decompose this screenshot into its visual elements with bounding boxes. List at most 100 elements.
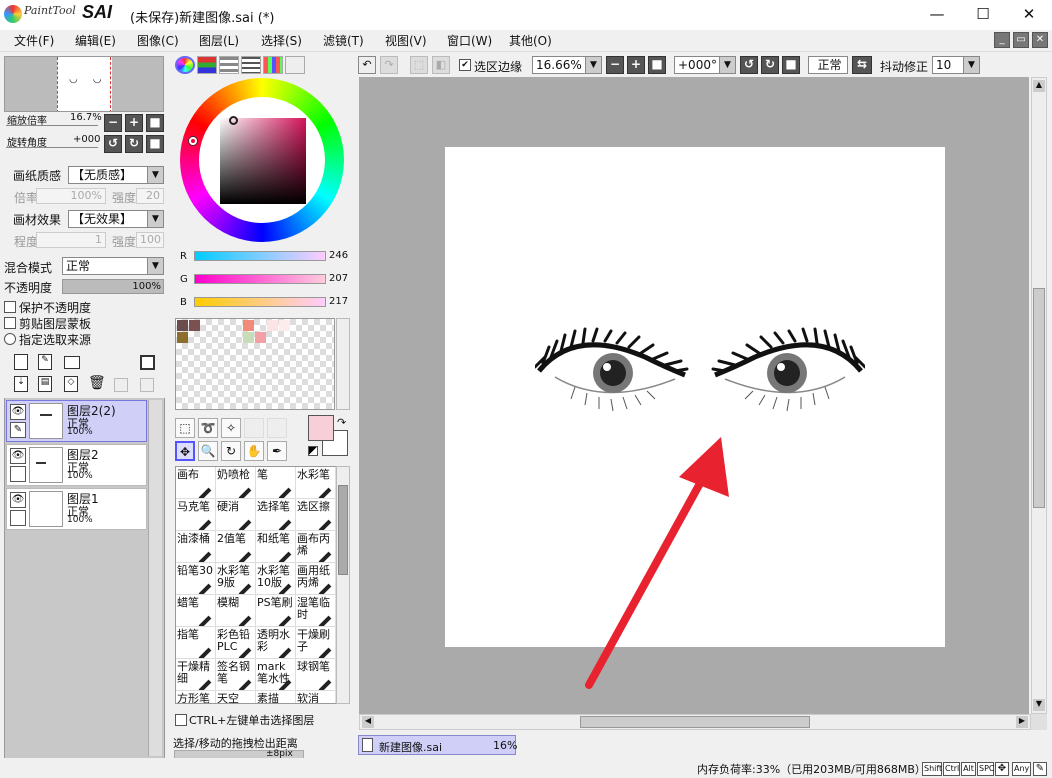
brush-slot[interactable]: 透明水彩: [256, 627, 296, 659]
rect-select-icon[interactable]: ⬚: [175, 418, 195, 438]
g-slider[interactable]: [194, 274, 326, 284]
visibility-eye-icon[interactable]: 👁: [10, 448, 26, 464]
brush-slot[interactable]: 干燥精细: [176, 659, 216, 691]
brush-slot[interactable]: 2值笔: [216, 531, 256, 563]
layer-mask-icon[interactable]: [140, 355, 155, 370]
deselect-icon[interactable]: ⬚: [410, 56, 428, 74]
layer-item[interactable]: 👁 图层2 正常 100%: [6, 444, 147, 486]
brush-slot[interactable]: 湿笔临时: [296, 595, 336, 627]
brush-slot[interactable]: mark笔水性: [256, 659, 296, 691]
sv-picker-marker[interactable]: [229, 116, 238, 125]
brush-slot[interactable]: 铅笔30: [176, 563, 216, 595]
effect-level-field[interactable]: 1: [36, 232, 106, 248]
brush-slot[interactable]: 油漆桶: [176, 531, 216, 563]
brush-slot[interactable]: 和纸笔: [256, 531, 296, 563]
swatch[interactable]: [177, 320, 188, 331]
new-layer-icon[interactable]: [14, 354, 28, 370]
flatten-icon[interactable]: [140, 378, 154, 392]
clear-layer-icon[interactable]: ◇: [64, 376, 78, 392]
delete-layer-icon[interactable]: 🗑: [88, 376, 106, 392]
view-mode-button[interactable]: 正常: [808, 56, 848, 74]
redo-icon[interactable]: ↷: [380, 56, 398, 74]
swatch[interactable]: [279, 320, 290, 331]
canvas-viewport[interactable]: [359, 77, 1029, 714]
visibility-eye-icon[interactable]: 👁: [10, 404, 26, 420]
menu-view[interactable]: 视图(V): [385, 32, 427, 49]
paper-strength-field[interactable]: 20: [136, 188, 164, 204]
menu-layer[interactable]: 图层(L): [199, 32, 239, 49]
layer-item[interactable]: 👁 图层1 正常 100%: [6, 488, 147, 530]
toolbar-zoom-in-button[interactable]: +: [627, 56, 645, 74]
minimize-button[interactable]: —: [914, 0, 960, 30]
zoom-out-button[interactable]: −: [104, 114, 122, 132]
selection-source-radio[interactable]: [4, 333, 16, 345]
eyedropper-icon[interactable]: ✒: [267, 441, 287, 461]
brush-slot[interactable]: PS笔刷: [256, 595, 296, 627]
swatch[interactable]: [267, 320, 278, 331]
menu-window[interactable]: 窗口(W): [447, 32, 492, 49]
edit-slot[interactable]: [10, 466, 26, 482]
brush-slot[interactable]: 指笔: [176, 627, 216, 659]
swatch[interactable]: [177, 332, 188, 343]
toolbar-rotate-left-button[interactable]: ↺: [740, 56, 758, 74]
hand-icon[interactable]: ✋: [244, 441, 264, 461]
mdi-minimize-icon[interactable]: _: [994, 32, 1010, 48]
mdi-close-icon[interactable]: ✕: [1032, 32, 1048, 48]
swatch[interactable]: [243, 320, 254, 331]
brush-slot[interactable]: 马克笔: [176, 499, 216, 531]
brush-slot[interactable]: 水彩笔10版: [256, 563, 296, 595]
undo-icon[interactable]: ↶: [358, 56, 376, 74]
copy-layer-icon[interactable]: ⇣: [14, 376, 28, 392]
mdi-restore-icon[interactable]: ▭: [1013, 32, 1029, 48]
brush-slot[interactable]: 选择笔: [256, 499, 296, 531]
brush-slot[interactable]: 蜡笔: [176, 595, 216, 627]
rotate-left-button[interactable]: ↺: [104, 135, 122, 153]
hue-picker-marker[interactable]: [189, 137, 197, 145]
lasso-icon[interactable]: ➰: [198, 418, 218, 438]
opacity-slider[interactable]: 100%: [62, 279, 164, 294]
rotate-reset-button[interactable]: ■: [146, 135, 164, 153]
edit-pen-icon[interactable]: ✎: [10, 422, 26, 438]
reset-colors-icon[interactable]: [308, 446, 318, 456]
zoom-icon[interactable]: 🔍: [198, 441, 218, 461]
scratchpad-tab-icon[interactable]: [285, 56, 305, 74]
paper-rate-field[interactable]: 100%: [36, 188, 106, 204]
r-slider[interactable]: [194, 251, 326, 261]
toolbar-zoom-out-button[interactable]: −: [606, 56, 624, 74]
brush-effect-select[interactable]: 【无效果】 ▼: [68, 210, 164, 228]
menu-other[interactable]: 其他(O): [509, 32, 552, 49]
canvas-vertical-scrollbar[interactable]: ▲ ▼: [1031, 77, 1047, 714]
menu-image[interactable]: 图像(C): [137, 32, 179, 49]
brush-slot[interactable]: 素描: [256, 691, 296, 703]
swatch-grid[interactable]: [175, 318, 335, 410]
document-tab[interactable]: 新建图像.sai 16%: [358, 735, 517, 755]
brush-slot[interactable]: 画布丙烯: [296, 531, 336, 563]
new-folder-icon[interactable]: [64, 356, 80, 369]
brush-slot[interactable]: 干燥刷子: [296, 627, 336, 659]
swatch-scrollbar[interactable]: [336, 318, 350, 410]
swatch[interactable]: [189, 320, 200, 331]
move-icon[interactable]: ✥: [175, 441, 195, 461]
blend-mode-select[interactable]: 正常 ▼: [62, 257, 164, 275]
brush-slot[interactable]: 选区擦: [296, 499, 336, 531]
zoom-in-button[interactable]: +: [125, 114, 143, 132]
brush-slot[interactable]: 球钢笔: [296, 659, 336, 691]
select-edge-checkbox[interactable]: ✔: [459, 59, 471, 71]
brush-scrollbar[interactable]: [336, 466, 350, 704]
menu-filter[interactable]: 滤镜(T): [323, 32, 364, 49]
zoom-reset-button[interactable]: ■: [146, 114, 164, 132]
brush-slot[interactable]: 画用纸丙烯: [296, 563, 336, 595]
clipping-checkbox[interactable]: [4, 317, 16, 329]
brush-slot[interactable]: 签名钢笔: [216, 659, 256, 691]
menu-file[interactable]: 文件(F): [14, 32, 54, 49]
swatch-tab-icon[interactable]: [263, 56, 283, 74]
brush-slot[interactable]: 笔: [256, 467, 296, 499]
merge-down-icon[interactable]: ▤: [38, 376, 52, 392]
brush-slot[interactable]: 天空: [216, 691, 256, 703]
saturation-value-square[interactable]: [220, 118, 306, 204]
layer-scrollbar[interactable]: [148, 400, 162, 756]
color-wheel-tab-icon[interactable]: [175, 56, 195, 74]
brush-slot[interactable]: 彩色铅PLC: [216, 627, 256, 659]
gradient-tab-icon[interactable]: [241, 56, 261, 74]
swap-colors-icon[interactable]: ↷: [337, 416, 346, 429]
